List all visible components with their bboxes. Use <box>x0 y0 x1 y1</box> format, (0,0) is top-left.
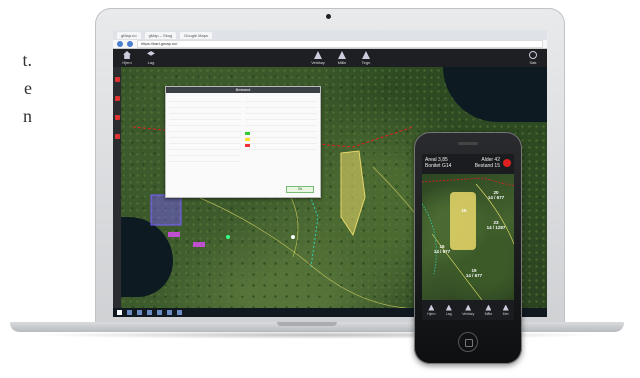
stand-label-16: 16 <box>461 208 467 213</box>
toolbar-layers-button[interactable]: Lag <box>143 51 159 65</box>
phone-measure-button[interactable]: Måle <box>484 304 493 316</box>
table-row <box>169 156 241 162</box>
browser-tab[interactable]: Google Maps <box>180 31 212 39</box>
url-field[interactable]: https://kart.gmap.no/ <box>137 40 543 48</box>
browser-address-bar: https://kart.gmap.no/ <box>113 40 547 49</box>
app-toolbar: Hjem Lag Verktøy Måle Tegn Søk <box>113 49 547 67</box>
phone-screen: Areal 3,85 Bonitet G14 Alder 42 Bestand … <box>422 154 514 320</box>
home-icon <box>428 304 435 311</box>
toolbar-measure-button[interactable]: Måle <box>334 51 350 65</box>
stand-label-19: 19 14 / 677 <box>465 268 483 278</box>
map-marker[interactable] <box>226 235 230 239</box>
layers-icon <box>147 51 155 56</box>
side-text-line: e <box>24 78 32 98</box>
ok-button[interactable]: Ok <box>286 186 314 193</box>
stand-label-23: 23 14 / 1287 <box>486 220 506 230</box>
side-text-line: t. <box>22 50 32 70</box>
stand-attributes-table <box>169 96 241 162</box>
stand-info-dialog: Bestand Ok <box>165 86 321 198</box>
toolbar-label: Søk <box>529 60 537 65</box>
toolbar-search-button[interactable]: Søk <box>525 51 541 65</box>
map-label <box>193 242 205 247</box>
browser-tab[interactable]: gMap.no <box>117 31 141 39</box>
ruler-icon <box>338 51 346 59</box>
map-marker[interactable] <box>291 235 295 239</box>
track-line <box>422 203 437 275</box>
legend-swatch <box>245 132 250 135</box>
legend-swatch <box>245 144 250 147</box>
taskbar-app-icon[interactable] <box>147 310 152 315</box>
taskbar-app-icon[interactable] <box>127 310 132 315</box>
toolbar-label: Måle <box>484 311 493 316</box>
legend-swatch <box>245 138 250 141</box>
toolbar-label: Lag <box>445 311 452 316</box>
home-icon <box>123 51 131 59</box>
stand-volume-table <box>245 96 317 162</box>
toolbar-label: Verktøy <box>311 60 325 65</box>
phone-layers-button[interactable]: Lag <box>445 304 452 316</box>
purple-stand[interactable] <box>150 194 182 226</box>
phone-more-button[interactable]: Mer <box>502 304 509 316</box>
toolbar-home-button[interactable]: Hjem <box>119 51 135 65</box>
phone-map[interactable]: 16 20 14 / 677 23 14 / 1287 15 14 / 677 … <box>422 174 514 300</box>
stand-label-15: 15 14 / 677 <box>433 244 451 254</box>
tools-icon <box>314 51 322 59</box>
tools-icon <box>465 304 472 311</box>
taskbar-app-icon[interactable] <box>167 310 172 315</box>
forward-icon[interactable] <box>127 41 133 47</box>
ruler-icon <box>485 304 492 311</box>
earpiece <box>458 142 478 145</box>
phone-info-bar: Areal 3,85 Bonitet G14 Alder 42 Bestand … <box>422 154 514 174</box>
browser-tab-strip: gMap.no gMap – Skog Google Maps <box>113 30 547 40</box>
more-icon <box>502 304 509 311</box>
windows-start-icon[interactable] <box>117 310 122 315</box>
webcam <box>326 14 331 19</box>
layers-icon <box>445 304 452 311</box>
toolbar-label: Mer <box>502 311 509 316</box>
toolbar-label: Hjem <box>427 311 436 316</box>
table-row <box>245 144 317 150</box>
stand-site-text: Bonitet G14 <box>425 163 452 169</box>
toolbar-label: Verktøy <box>462 311 475 316</box>
toolbar-label: Måle <box>337 60 347 65</box>
side-text-line: n <box>23 106 32 126</box>
toolbar-label: Hjem <box>122 60 132 65</box>
phone-tools-button[interactable]: Verktøy <box>462 304 475 316</box>
phone-toolbar: Hjem Lag Verktøy Måle Mer <box>422 300 514 320</box>
stand-id-text: Bestand 15 <box>474 163 500 169</box>
toolbar-tools-button[interactable]: Verktøy <box>310 51 326 65</box>
smartphone: Areal 3,85 Bonitet G14 Alder 42 Bestand … <box>414 132 522 364</box>
toolbar-label: Tegn <box>361 60 371 65</box>
toolbar-label: Lag <box>147 60 155 65</box>
phone-home-hardware-button[interactable] <box>458 332 478 352</box>
stand-label-20: 20 14 / 677 <box>487 190 505 200</box>
map-label <box>168 232 180 237</box>
pencil-icon <box>362 51 370 59</box>
back-icon[interactable] <box>117 41 123 47</box>
page-side-text: t. e n <box>0 46 32 130</box>
search-icon <box>529 51 537 59</box>
toolbar-draw-button[interactable]: Tegn <box>358 51 374 65</box>
taskbar-app-icon[interactable] <box>177 310 182 315</box>
browser-tab[interactable]: gMap – Skog <box>144 31 177 39</box>
laptop-notch <box>277 322 337 326</box>
selected-stand[interactable] <box>340 150 366 237</box>
taskbar-app-icon[interactable] <box>137 310 142 315</box>
record-button[interactable] <box>503 159 511 167</box>
stand-outline <box>172 186 444 310</box>
taskbar-app-icon[interactable] <box>157 310 162 315</box>
property-boundary <box>422 177 514 187</box>
phone-home-button[interactable]: Hjem <box>427 304 436 316</box>
